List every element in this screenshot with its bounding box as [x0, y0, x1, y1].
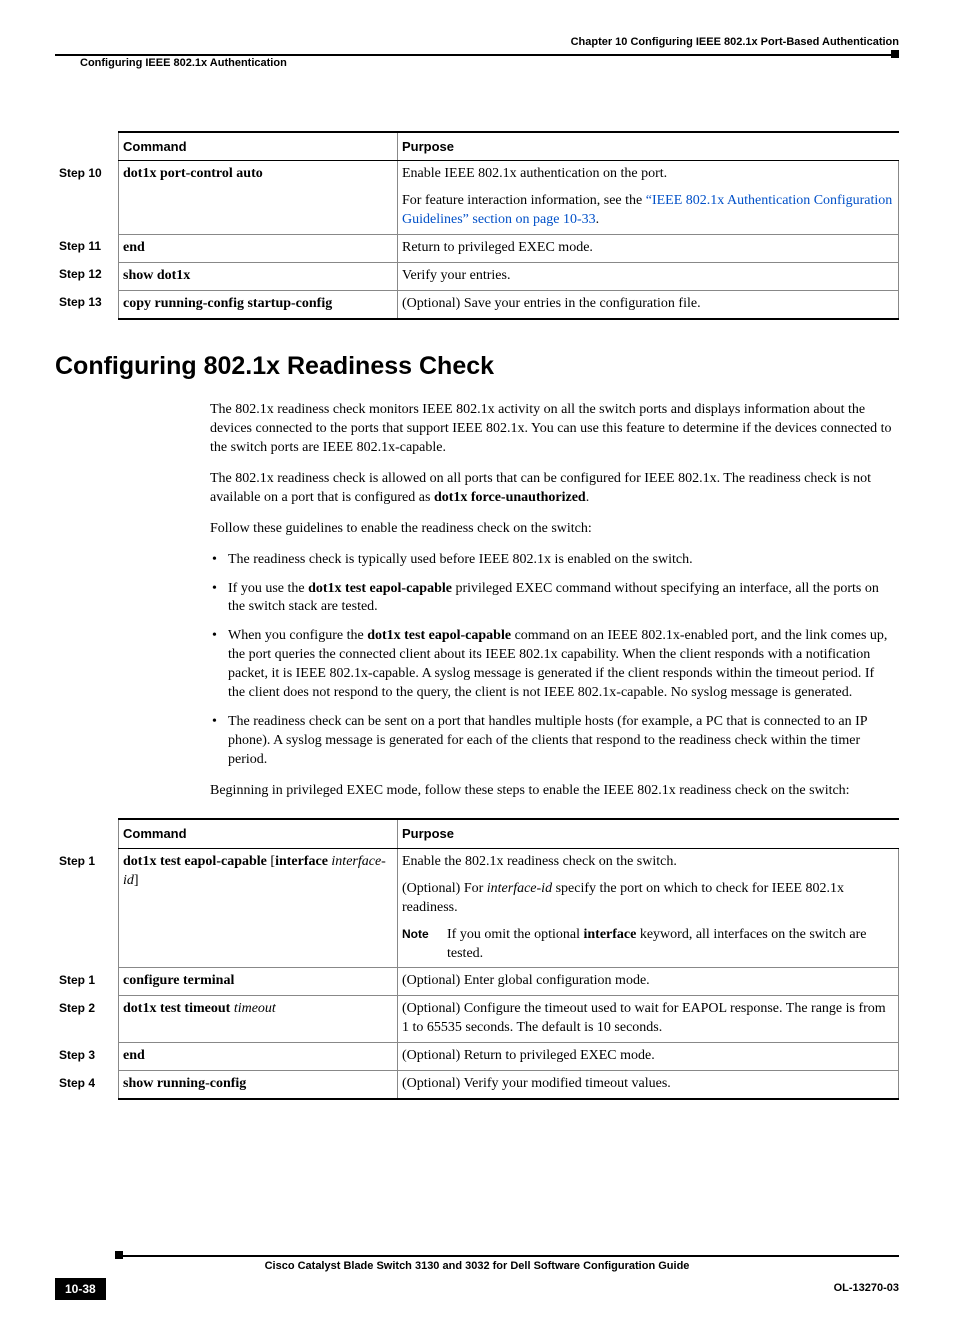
- table1-row3-step: Step 13: [55, 290, 119, 318]
- section-title: Configuring 802.1x Readiness Check: [55, 350, 899, 384]
- table2-row4-step: Step 4: [55, 1071, 119, 1099]
- table1-row1-step: Step 11: [55, 234, 119, 262]
- table2-header-command: Command: [119, 819, 398, 848]
- body-bullets: The readiness check is typically used be…: [210, 551, 894, 770]
- text-bold: dot1x test eapol-capable: [367, 628, 511, 643]
- text: .: [596, 212, 600, 227]
- table2-row1-purpose: (Optional) Enter global configuration mo…: [398, 968, 899, 996]
- footer-title: Cisco Catalyst Blade Switch 3130 and 303…: [55, 1259, 899, 1274]
- table1-row0-step: Step 10: [55, 161, 119, 235]
- table1-row2-purpose: Verify your entries.: [398, 262, 899, 290]
- text-bold: dot1x force-unauthorized: [434, 490, 586, 505]
- table1-row2-step: Step 12: [55, 262, 119, 290]
- text: When you configure the: [228, 628, 367, 643]
- doc-id: OL-13270-03: [834, 1282, 899, 1294]
- table1-row0-purpose-p1: Enable IEEE 802.1x authentication on the…: [402, 165, 894, 184]
- text-bold: interface: [275, 854, 331, 869]
- text: ]: [134, 873, 139, 888]
- table2-row1-command: configure terminal: [119, 968, 398, 996]
- body-p3: Follow these guidelines to enable the re…: [210, 520, 894, 539]
- note-body: If you omit the optional interface keywo…: [447, 926, 894, 964]
- text-bold: dot1x test eapol-capable: [308, 581, 452, 596]
- header-section: Configuring IEEE 802.1x Authentication: [55, 56, 899, 71]
- table1-row1-command: end: [119, 234, 398, 262]
- body-p4: Beginning in privileged EXEC mode, follo…: [210, 782, 894, 801]
- table2-row0-purpose: Enable the 802.1x readiness check on the…: [398, 849, 899, 968]
- text-bold: dot1x test timeout: [123, 1001, 234, 1016]
- page-number-badge: 10-38: [55, 1278, 106, 1300]
- table1-row2-command: show dot1x: [119, 262, 398, 290]
- text: If you omit the optional: [447, 927, 583, 942]
- bullet-3: When you configure the dot1x test eapol-…: [210, 627, 894, 703]
- table2-row0-step: Step 1: [55, 849, 119, 968]
- body-text: The 802.1x readiness check monitors IEEE…: [210, 401, 894, 800]
- table1-row3-purpose: (Optional) Save your entries in the conf…: [398, 290, 899, 318]
- table1-row3-command: copy running-config startup-config: [119, 290, 398, 318]
- note-label: Note: [402, 926, 447, 942]
- page-footer: Cisco Catalyst Blade Switch 3130 and 303…: [55, 1255, 899, 1300]
- table1-header-purpose: Purpose: [398, 132, 899, 161]
- table1-row0-purpose: Enable IEEE 802.1x authentication on the…: [398, 161, 899, 235]
- table2-row4-command: show running-config: [119, 1071, 398, 1099]
- table2-row4-purpose: (Optional) Verify your modified timeout …: [398, 1071, 899, 1099]
- bullet-2: If you use the dot1x test eapol-capable …: [210, 580, 894, 618]
- bullet-1: The readiness check is typically used be…: [210, 551, 894, 570]
- bullet-4: The readiness check can be sent on a por…: [210, 713, 894, 770]
- command-table-1: Command Purpose Step 10 dot1x port-contr…: [55, 131, 899, 320]
- table2-row3-purpose: (Optional) Return to privileged EXEC mod…: [398, 1043, 899, 1071]
- body-p1: The 802.1x readiness check monitors IEEE…: [210, 401, 894, 458]
- text: .: [586, 490, 590, 505]
- table2-row2-command: dot1x test timeout timeout: [119, 996, 398, 1043]
- table1-row0-command: dot1x port-control auto: [119, 161, 398, 235]
- text: (Optional) For: [402, 881, 487, 896]
- table2-row3-step: Step 3: [55, 1043, 119, 1071]
- footer-rule: [115, 1255, 899, 1257]
- text-italic: interface-id: [487, 881, 552, 896]
- table1-header-command: Command: [119, 132, 398, 161]
- table2-row2-purpose: (Optional) Configure the timeout used to…: [398, 996, 899, 1043]
- text-bold: interface: [583, 927, 636, 942]
- text: If you use the: [228, 581, 308, 596]
- note-row: Note If you omit the optional interface …: [402, 926, 894, 964]
- text-italic: timeout: [234, 1001, 276, 1016]
- header-rule: [55, 54, 899, 56]
- body-p2: The 802.1x readiness check is allowed on…: [210, 470, 894, 508]
- text-bold: dot1x test eapol-capable: [123, 854, 270, 869]
- table1-row0-purpose-p2: For feature interaction information, see…: [402, 192, 894, 230]
- table2-row1-step: Step 1: [55, 968, 119, 996]
- purpose-p1: Enable the 802.1x readiness check on the…: [402, 853, 894, 872]
- table2-row0-command: dot1x test eapol-capable [interface inte…: [119, 849, 398, 968]
- text: For feature interaction information, see…: [402, 193, 646, 208]
- command-table-2: Command Purpose Step 1 dot1x test eapol-…: [55, 818, 899, 1099]
- table1-row1-purpose: Return to privileged EXEC mode.: [398, 234, 899, 262]
- header-chapter: Chapter 10 Configuring IEEE 802.1x Port-…: [55, 35, 899, 52]
- table2-header-purpose: Purpose: [398, 819, 899, 848]
- purpose-p2: (Optional) For interface-id specify the …: [402, 880, 894, 918]
- table2-row2-step: Step 2: [55, 996, 119, 1043]
- table2-row3-command: end: [119, 1043, 398, 1071]
